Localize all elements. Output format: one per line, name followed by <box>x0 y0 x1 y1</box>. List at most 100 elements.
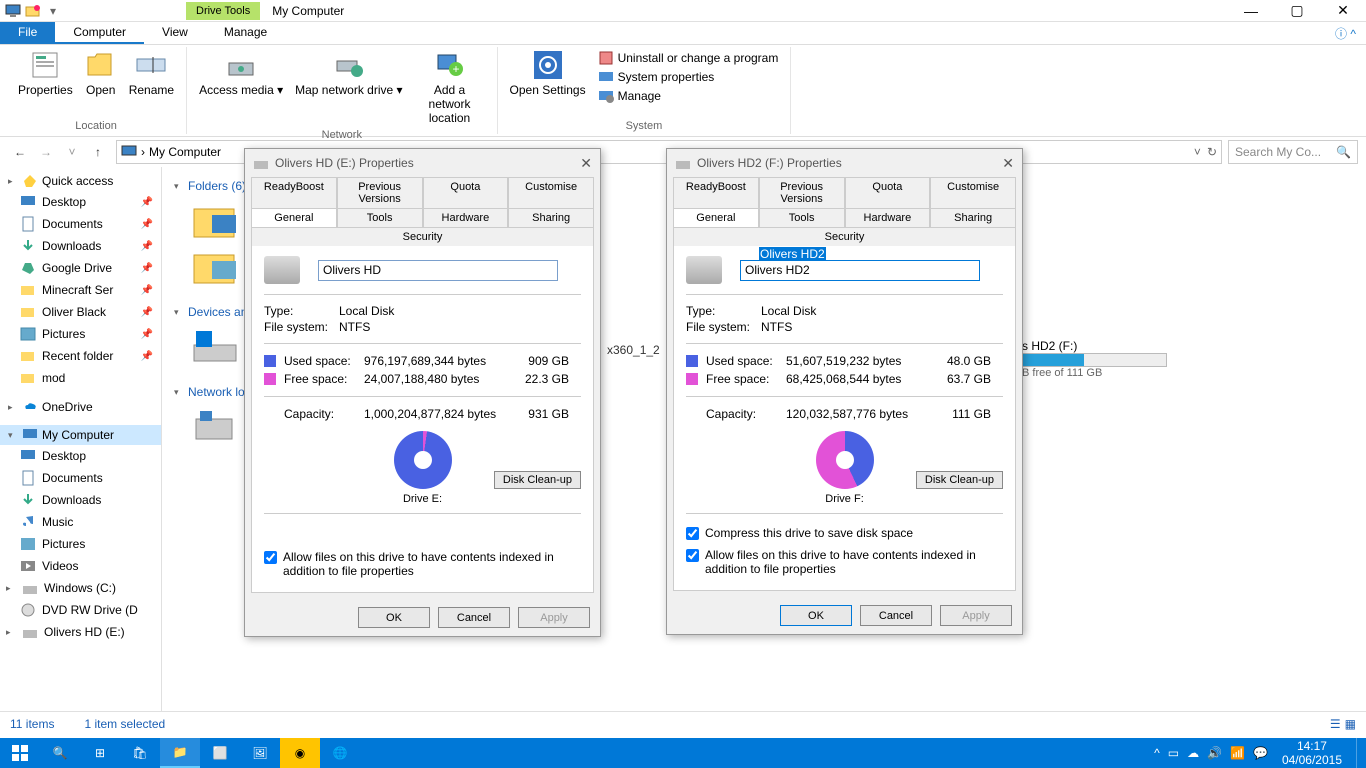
tab-general[interactable]: General <box>251 208 337 227</box>
qat-dropdown-icon[interactable]: ▾ <box>44 2 62 20</box>
tab-customise[interactable]: Customise <box>508 177 594 208</box>
task-view-button[interactable]: ⊞ <box>80 738 120 768</box>
search-input[interactable]: Search My Co...🔍 <box>1228 140 1358 164</box>
taskbar-steam[interactable]: ◉ <box>280 738 320 768</box>
drive-hd2-partial[interactable]: s HD2 (F:) B free of 111 GB <box>1022 339 1167 379</box>
drive-tools-tab[interactable]: Drive Tools <box>186 2 260 20</box>
tab-quota[interactable]: Quota <box>423 177 509 208</box>
nav-mod[interactable]: mod <box>0 367 161 389</box>
taskbar-browser[interactable]: 🌐 <box>320 738 360 768</box>
dialog-titlebar[interactable]: Olivers HD (E:) Properties ✕ <box>245 149 600 177</box>
addr-dropdown-icon[interactable]: ˅ <box>1194 145 1201 159</box>
show-desktop-button[interactable] <box>1356 738 1362 768</box>
add-network-button[interactable]: +Add a network location <box>409 47 491 127</box>
back-button[interactable]: ← <box>8 140 32 164</box>
taskbar-store[interactable]: 🛍 <box>120 738 160 768</box>
nav-olivers-e[interactable]: ▸Olivers HD (E:) <box>0 621 161 643</box>
close-icon[interactable]: ✕ <box>1002 155 1014 172</box>
disk-cleanup-button[interactable]: Disk Clean-up <box>494 471 581 489</box>
taskbar-app2[interactable]: 🖼 <box>240 738 280 768</box>
maximize-button[interactable]: ▢ <box>1274 0 1320 22</box>
recent-dropdown[interactable]: ˅ <box>60 140 84 164</box>
view-details-icon[interactable]: ☰ <box>1330 717 1341 731</box>
mycomputer-header[interactable]: ▾My Computer <box>0 425 161 445</box>
clock[interactable]: 14:1704/06/2015 <box>1276 739 1348 768</box>
nav-gdrive[interactable]: Google Drive📌 <box>0 257 161 279</box>
computer-icon[interactable] <box>4 2 22 20</box>
tray-onedrive-icon[interactable]: ☁ <box>1187 746 1199 760</box>
tray-up-icon[interactable]: ^ <box>1154 746 1160 760</box>
tab-sharing[interactable]: Sharing <box>930 208 1016 227</box>
breadcrumb[interactable]: My Computer <box>149 145 221 159</box>
ok-button[interactable]: OK <box>358 607 430 628</box>
properties-button[interactable]: Properties <box>12 47 79 118</box>
view-icons-icon[interactable]: ▦ <box>1345 717 1356 731</box>
taskbar-app1[interactable]: ⬜ <box>200 738 240 768</box>
tab-security[interactable]: Security <box>673 227 1016 246</box>
apply-button[interactable]: Apply <box>518 607 590 628</box>
ok-button[interactable]: OK <box>780 605 852 626</box>
nav-documents2[interactable]: Documents <box>0 467 161 489</box>
tab-quota[interactable]: Quota <box>845 177 931 208</box>
tab-readyboost[interactable]: ReadyBoost <box>673 177 759 208</box>
uninstall-button[interactable]: Uninstall or change a program <box>596 49 781 67</box>
tab-previous-versions[interactable]: Previous Versions <box>759 177 845 208</box>
drive-name-input[interactable] <box>740 260 980 281</box>
forward-button[interactable]: → <box>34 140 58 164</box>
drive-name-input[interactable] <box>318 260 558 281</box>
nav-oliver[interactable]: Oliver Black📌 <box>0 301 161 323</box>
tab-hardware[interactable]: Hardware <box>423 208 509 227</box>
close-icon[interactable]: ✕ <box>580 155 592 172</box>
apply-button[interactable]: Apply <box>940 605 1012 626</box>
tab-sharing[interactable]: Sharing <box>508 208 594 227</box>
search-button[interactable]: 🔍 <box>40 738 80 768</box>
nav-desktop2[interactable]: Desktop <box>0 445 161 467</box>
nav-windows-c[interactable]: ▸Windows (C:) <box>0 577 161 599</box>
new-folder-icon[interactable] <box>24 2 42 20</box>
index-checkbox[interactable] <box>264 551 277 564</box>
nav-downloads2[interactable]: Downloads <box>0 489 161 511</box>
disk-cleanup-button[interactable]: Disk Clean-up <box>916 471 1003 489</box>
tray-network-icon[interactable]: 🔊 <box>1207 746 1222 760</box>
tab-general[interactable]: General <box>673 208 759 227</box>
nav-recent[interactable]: Recent folder📌 <box>0 345 161 367</box>
nav-pictures2[interactable]: Pictures <box>0 533 161 555</box>
system-properties-button[interactable]: System properties <box>596 68 781 86</box>
tab-file[interactable]: File <box>0 22 55 44</box>
tab-previous-versions[interactable]: Previous Versions <box>337 177 423 208</box>
access-media-button[interactable]: Access media ▾ <box>193 47 289 127</box>
cancel-button[interactable]: Cancel <box>860 605 932 626</box>
tab-tools[interactable]: Tools <box>759 208 845 227</box>
start-button[interactable] <box>0 738 40 768</box>
tab-tools[interactable]: Tools <box>337 208 423 227</box>
tab-security[interactable]: Security <box>251 227 594 246</box>
open-settings-button[interactable]: Open Settings <box>504 47 592 118</box>
rename-button[interactable]: Rename <box>123 47 180 118</box>
tab-manage[interactable]: Manage <box>206 22 285 44</box>
tray-wifi-icon[interactable]: 📶 <box>1230 746 1245 760</box>
tab-view[interactable]: View <box>144 22 206 44</box>
nav-minecraft[interactable]: Minecraft Ser📌 <box>0 279 161 301</box>
taskbar-explorer[interactable]: 📁 <box>160 738 200 768</box>
onedrive-header[interactable]: ▸OneDrive <box>0 397 161 417</box>
nav-music[interactable]: Music <box>0 511 161 533</box>
tab-readyboost[interactable]: ReadyBoost <box>251 177 337 208</box>
minimize-button[interactable]: — <box>1228 0 1274 22</box>
close-button[interactable]: ✕ <box>1320 0 1366 22</box>
dialog-titlebar[interactable]: Olivers HD2 (F:) Properties ✕ <box>667 149 1022 177</box>
nav-downloads[interactable]: Downloads📌 <box>0 235 161 257</box>
up-button[interactable]: ↑ <box>86 140 110 164</box>
nav-pictures[interactable]: Pictures📌 <box>0 323 161 345</box>
refresh-icon[interactable]: ↻ <box>1207 145 1217 159</box>
tab-customise[interactable]: Customise <box>930 177 1016 208</box>
manage-button[interactable]: Manage <box>596 87 781 105</box>
nav-videos[interactable]: Videos <box>0 555 161 577</box>
tray-battery-icon[interactable]: ▭ <box>1168 746 1179 760</box>
nav-documents[interactable]: Documents📌 <box>0 213 161 235</box>
help-icon[interactable]: ⓘ ^ <box>1325 22 1366 44</box>
nav-desktop[interactable]: Desktop📌 <box>0 191 161 213</box>
cancel-button[interactable]: Cancel <box>438 607 510 628</box>
index-checkbox[interactable] <box>686 549 699 562</box>
tray-action-icon[interactable]: 💬 <box>1253 746 1268 760</box>
map-network-button[interactable]: Map network drive ▾ <box>289 47 408 127</box>
